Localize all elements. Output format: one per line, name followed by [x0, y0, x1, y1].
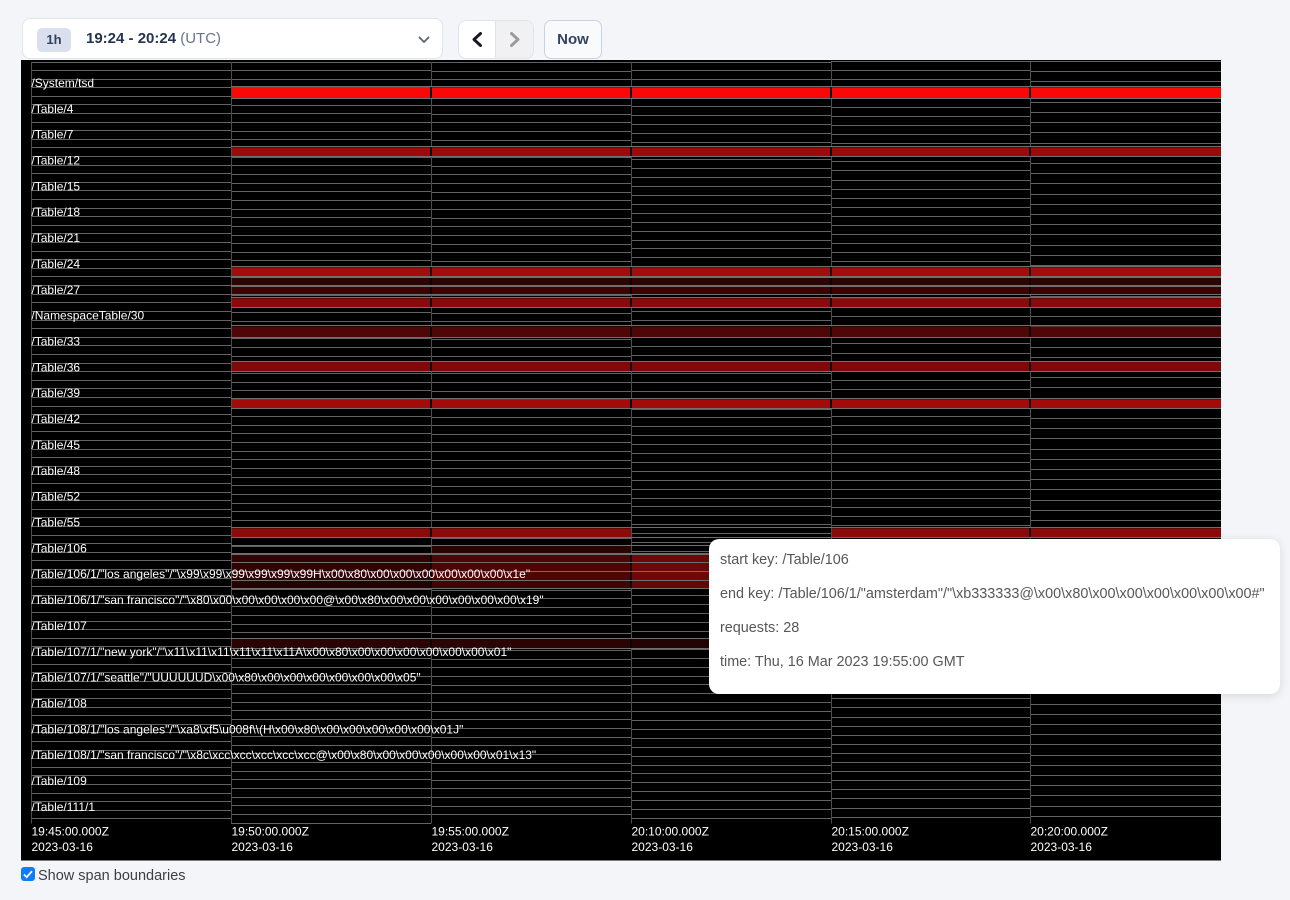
svg-text:/Table/107/1/"new york"/"\x11\: /Table/107/1/"new york"/"\x11\x11\x11\x1…: [31, 645, 511, 659]
svg-text:2023-03-16: 2023-03-16: [832, 840, 894, 854]
svg-text:/Table/106/1/"los angeles"/"\x: /Table/106/1/"los angeles"/"\x99\x99\x99…: [31, 567, 530, 581]
svg-text:/Table/52: /Table/52: [31, 490, 80, 504]
svg-text:19:45:00.000Z: 19:45:00.000Z: [32, 824, 109, 838]
svg-text:/Table/7: /Table/7: [31, 128, 73, 142]
svg-text:/Table/21: /Table/21: [31, 231, 80, 245]
svg-text:2023-03-16: 2023-03-16: [432, 840, 494, 854]
svg-text:/Table/111/1: /Table/111/1: [31, 800, 95, 814]
svg-text:/Table/108/1/"san francisco"/": /Table/108/1/"san francisco"/"\x8c\xcc\x…: [31, 748, 536, 762]
svg-text:/Table/48: /Table/48: [31, 464, 80, 478]
svg-text:/NamespaceTable/30: /NamespaceTable/30: [31, 309, 144, 323]
svg-text:/Table/107: /Table/107: [31, 619, 87, 633]
svg-text:/System/tsd: /System/tsd: [31, 76, 94, 90]
svg-text:2023-03-16: 2023-03-16: [232, 840, 294, 854]
svg-text:/Table/27: /Table/27: [31, 283, 80, 297]
svg-text:/Table/42: /Table/42: [31, 412, 80, 426]
svg-text:2023-03-16: 2023-03-16: [32, 840, 94, 854]
svg-text:2023-03-16: 2023-03-16: [1031, 840, 1093, 854]
svg-text:/Table/33: /Table/33: [31, 334, 80, 348]
svg-text:/Table/12: /Table/12: [31, 153, 80, 167]
svg-text:/Table/36: /Table/36: [31, 360, 80, 374]
svg-text:/Table/4: /Table/4: [31, 102, 73, 116]
svg-text:/Table/108: /Table/108: [31, 696, 87, 710]
svg-text:/Table/15: /Table/15: [31, 179, 80, 193]
svg-text:/Table/24: /Table/24: [31, 257, 80, 271]
svg-text:/Table/106: /Table/106: [31, 541, 87, 555]
svg-text:/Table/55: /Table/55: [31, 515, 80, 529]
svg-text:19:55:00.000Z: 19:55:00.000Z: [432, 824, 509, 838]
svg-text:/Table/45: /Table/45: [31, 438, 80, 452]
svg-text:20:20:00.000Z: 20:20:00.000Z: [1031, 824, 1108, 838]
svg-text:/Table/18: /Table/18: [31, 205, 80, 219]
svg-text:/Table/39: /Table/39: [31, 386, 80, 400]
svg-text:20:10:00.000Z: 20:10:00.000Z: [632, 824, 709, 838]
svg-text:/Table/107/1/"seattle"/"UUUUUU: /Table/107/1/"seattle"/"UUUUUUD\x00\x80\…: [31, 671, 420, 685]
svg-text:/Table/106/1/"san francisco"/": /Table/106/1/"san francisco"/"\x80\x00\x…: [31, 593, 543, 607]
svg-text:20:15:00.000Z: 20:15:00.000Z: [832, 824, 909, 838]
svg-text:/Table/108/1/"los angeles"/"\x: /Table/108/1/"los angeles"/"\xa8\xf5\u00…: [31, 722, 463, 736]
svg-text:19:50:00.000Z: 19:50:00.000Z: [232, 824, 309, 838]
svg-text:/Table/109: /Table/109: [31, 774, 87, 788]
svg-text:2023-03-16: 2023-03-16: [632, 840, 694, 854]
